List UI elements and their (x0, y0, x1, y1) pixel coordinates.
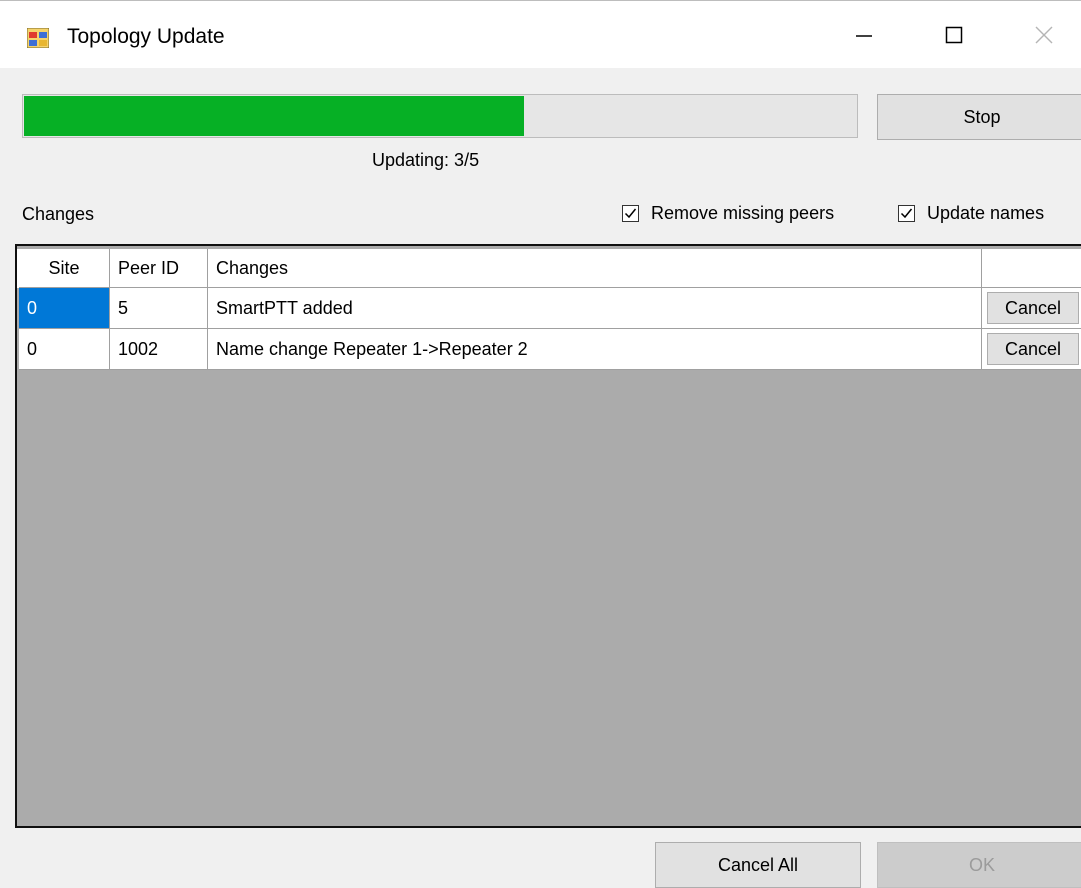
checkbox-box[interactable] (898, 205, 915, 222)
checkbox-label: Remove missing peers (651, 203, 835, 223)
column-header-action[interactable] (982, 249, 1081, 288)
cell-changes[interactable]: Name change Repeater 1->Repeater 2 (208, 329, 982, 370)
status-text: Updating: 3/5 (372, 150, 480, 170)
update-names-checkbox[interactable]: Update names (898, 203, 1044, 224)
cancel-row-button[interactable]: Cancel (987, 292, 1079, 324)
column-header-peer-id[interactable]: Peer ID (110, 249, 208, 288)
checkmark-icon (624, 208, 637, 219)
changes-label: Changes (22, 204, 95, 224)
column-header-changes[interactable]: Changes (208, 249, 982, 288)
checkmark-icon (900, 208, 913, 219)
cell-action: Cancel (982, 329, 1081, 370)
minimize-button[interactable] (834, 11, 894, 59)
column-header-site[interactable]: Site (19, 249, 110, 288)
progress-bar (22, 94, 858, 138)
cancel-row-button[interactable]: Cancel (987, 333, 1079, 365)
close-button[interactable] (1014, 11, 1074, 59)
table-row[interactable]: 0 5 SmartPTT added Cancel (17, 288, 1081, 329)
grid-header-row: Site Peer ID Changes (17, 249, 1081, 288)
close-icon (1035, 26, 1053, 44)
progress-fill (24, 96, 525, 136)
app-icon (27, 28, 49, 48)
changes-grid[interactable]: Site Peer ID Changes 0 5 SmartPTT added … (15, 244, 1081, 828)
table-row[interactable]: 0 1002 Name change Repeater 1->Repeater … (17, 329, 1081, 370)
cell-site[interactable]: 0 (19, 288, 110, 329)
ok-button[interactable]: OK (877, 842, 1081, 888)
cell-action: Cancel (982, 288, 1081, 329)
maximize-icon (945, 26, 963, 44)
maximize-button[interactable] (924, 11, 984, 59)
stop-button[interactable]: Stop (877, 94, 1081, 140)
window-title: Topology Update (67, 25, 225, 48)
checkbox-box[interactable] (622, 205, 639, 222)
title-bar: Topology Update (0, 0, 1081, 68)
minimize-icon (856, 35, 872, 37)
cell-peer-id[interactable]: 1002 (110, 329, 208, 370)
cell-peer-id[interactable]: 5 (110, 288, 208, 329)
remove-missing-peers-checkbox[interactable]: Remove missing peers (622, 203, 834, 224)
cell-site[interactable]: 0 (19, 329, 110, 370)
checkbox-label: Update names (927, 203, 1045, 223)
cell-changes[interactable]: SmartPTT added (208, 288, 982, 329)
cancel-all-button[interactable]: Cancel All (655, 842, 861, 888)
